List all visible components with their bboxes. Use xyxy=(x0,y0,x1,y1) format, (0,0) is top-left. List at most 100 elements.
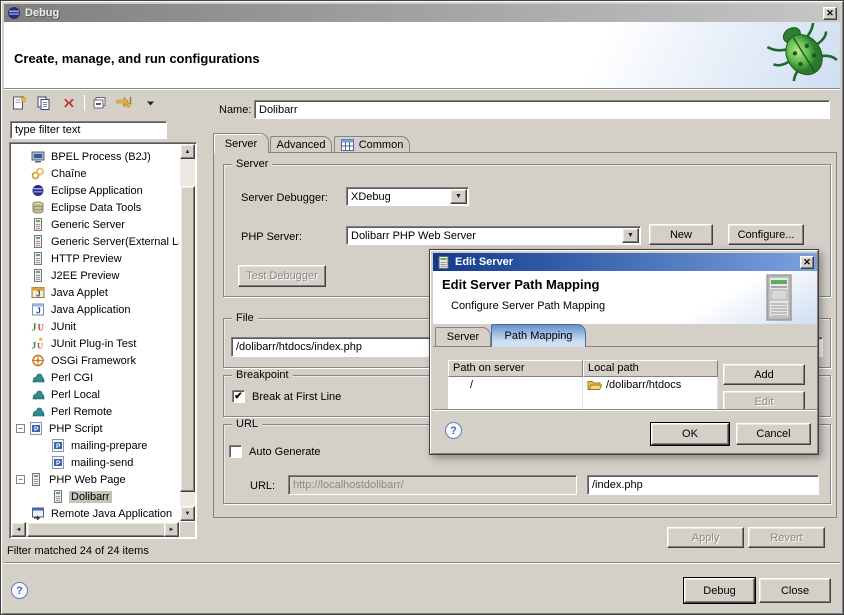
tree-vscrollbar[interactable]: ▲ ▼ xyxy=(180,144,195,521)
tree-item-label: PHP Web Page xyxy=(47,474,128,486)
debug-button[interactable]: Debug xyxy=(684,578,755,603)
test-debugger-button[interactable]: Test Debugger xyxy=(238,265,326,287)
tree-item-php-script[interactable]: −PPHP Script xyxy=(11,420,179,437)
new-config-icon[interactable] xyxy=(9,94,29,112)
tree-item-j2ee-preview[interactable]: J2EE Preview xyxy=(11,267,179,284)
tree-item-php-web-page[interactable]: − PHP Web Page xyxy=(11,471,179,488)
dropdown-arrow-icon[interactable]: ▼ xyxy=(622,228,639,243)
tree-item-osgi-framework[interactable]: OSGi Framework xyxy=(11,352,179,369)
tree-item-mailing-send[interactable]: Pmailing-send xyxy=(11,454,179,471)
hscroll-thumb[interactable] xyxy=(27,522,166,537)
tree-item-label: HTTP Preview xyxy=(49,253,124,265)
tree-item-mailing-prepare[interactable]: Pmailing-prepare xyxy=(11,437,179,454)
break-first-line-checkbox[interactable]: ✔ xyxy=(232,390,245,403)
collapse-all-icon[interactable] xyxy=(90,94,110,112)
window-titlebar: Debug ✕ xyxy=(4,4,840,22)
tree-item-eclipse-data-tools[interactable]: Eclipse Data Tools xyxy=(11,199,179,216)
tree-item-label: Dolibarr xyxy=(69,491,112,503)
menu-arrow-icon[interactable] xyxy=(140,94,160,112)
url-base-input[interactable] xyxy=(288,475,577,495)
tree-item-label: Perl CGI xyxy=(49,372,95,384)
tree-item-http-preview[interactable]: HTTP Preview xyxy=(11,250,179,267)
tree-item-perl-cgi[interactable]: Perl CGI xyxy=(11,369,179,386)
dialog-button-bar: ? OK Cancel xyxy=(433,409,817,453)
server-icon xyxy=(436,256,450,269)
server-icon xyxy=(51,490,65,503)
filter-icon[interactable] xyxy=(115,94,135,112)
duplicate-icon[interactable] xyxy=(34,94,54,112)
scroll-right-button[interactable]: ► xyxy=(164,522,179,537)
configure-server-button[interactable]: Configure... xyxy=(728,224,804,245)
scroll-down-button[interactable]: ▼ xyxy=(180,506,195,521)
help-icon[interactable]: ? xyxy=(11,582,28,599)
path-mapping-pane: Path on serverLocal path //dolibarr/htdo… xyxy=(433,346,817,409)
column-header[interactable]: Path on server xyxy=(448,360,583,377)
config-tree: BPEL Process (B2J)ChaîneEclipse Applicat… xyxy=(9,142,197,539)
tree-item-perl-remote[interactable]: Perl Remote xyxy=(11,403,179,420)
tree-item-junit-plug-in-test[interactable]: JUJUnit Plug-in Test xyxy=(11,335,179,352)
file-group-title: File xyxy=(232,312,258,324)
dialog-titlebar: Edit Server ✕ xyxy=(433,253,817,271)
perl-icon xyxy=(31,405,45,418)
tab-advanced[interactable]: Advanced xyxy=(270,136,332,153)
tab-server-label: Server xyxy=(225,138,257,150)
tree-item-eclipse-application[interactable]: Eclipse Application xyxy=(11,182,179,199)
new-server-button[interactable]: New xyxy=(649,224,713,245)
java-icon: J xyxy=(31,303,45,316)
tab-server[interactable]: Server xyxy=(213,133,269,153)
server-debugger-combo[interactable]: XDebug ▼ xyxy=(346,187,469,206)
name-input[interactable] xyxy=(254,100,830,119)
tab-common[interactable]: Common xyxy=(334,136,410,153)
add-mapping-button[interactable]: Add xyxy=(723,364,805,385)
tree-item-java-application[interactable]: J Java Application xyxy=(11,301,179,318)
php-icon: P xyxy=(51,456,65,469)
tree-item-junit[interactable]: JUJUnit xyxy=(11,318,179,335)
scroll-left-button[interactable]: ◄ xyxy=(11,522,26,537)
tree-item-java-applet[interactable]: JJava Applet xyxy=(11,284,179,301)
dialog-help-icon[interactable]: ? xyxy=(445,422,462,439)
tree-item-label: Perl Local xyxy=(49,389,102,401)
tree-item-dolibarr[interactable]: Dolibarr xyxy=(11,488,179,505)
tree-item-label: Java Application xyxy=(49,304,133,316)
expander-icon[interactable]: − xyxy=(16,424,25,433)
dialog-subheading: Configure Server Path Mapping xyxy=(451,300,605,312)
column-header[interactable]: Local path xyxy=(583,360,718,377)
dialog-tab-path-mapping[interactable]: Path Mapping xyxy=(491,324,586,347)
mapping-row[interactable]: //dolibarr/htdocs xyxy=(448,377,718,393)
url-label: URL: xyxy=(250,480,275,492)
delete-icon[interactable] xyxy=(59,94,79,112)
revert-button[interactable]: Revert xyxy=(748,527,825,548)
php-server-label: PHP Server: xyxy=(241,231,302,243)
auto-generate-checkbox[interactable] xyxy=(229,445,242,458)
tree-item-remote-java-application[interactable]: Remote Java Application xyxy=(11,505,179,521)
tree-item-generic-server-external-la[interactable]: Generic Server(External La xyxy=(11,233,179,250)
tree-item-perl-local[interactable]: Perl Local xyxy=(11,386,179,403)
expander-icon[interactable]: − xyxy=(16,475,25,484)
ok-button[interactable]: OK xyxy=(651,423,729,445)
apply-button[interactable]: Apply xyxy=(667,527,744,548)
dropdown-arrow-icon[interactable]: ▼ xyxy=(450,189,467,204)
tree-item-label: Generic Server(External La xyxy=(49,236,179,248)
cancel-button[interactable]: Cancel xyxy=(736,423,811,445)
tree-item-label: JUnit Plug-in Test xyxy=(49,338,138,350)
dialog-close-button[interactable]: ✕ xyxy=(800,256,814,269)
close-button[interactable]: Close xyxy=(759,578,831,603)
vscroll-thumb[interactable] xyxy=(180,186,195,492)
filter-input[interactable] xyxy=(10,121,167,139)
tree-item-cha-ne[interactable]: Chaîne xyxy=(11,165,179,182)
edit-server-dialog: Edit Server ✕ Edit Server Path Mapping C… xyxy=(429,249,819,455)
break-first-line-label: Break at First Line xyxy=(252,391,341,403)
folder-icon xyxy=(587,379,602,391)
scroll-up-button[interactable]: ▲ xyxy=(180,144,195,159)
url-path-input[interactable] xyxy=(587,475,819,495)
tree-hscrollbar[interactable]: ◄ ► xyxy=(11,522,179,537)
tree-item-generic-server[interactable]: Generic Server xyxy=(11,216,179,233)
window-close-button[interactable]: ✕ xyxy=(823,7,837,20)
edit-mapping-button[interactable]: Edit xyxy=(723,391,805,409)
dialog-tab-server[interactable]: Server xyxy=(435,327,491,346)
php-server-combo[interactable]: Dolibarr PHP Web Server ▼ xyxy=(346,226,641,245)
svg-text:U: U xyxy=(38,323,45,333)
tree-item-bpel-process-b2j[interactable]: BPEL Process (B2J) xyxy=(11,148,179,165)
server-debugger-value: XDebug xyxy=(347,191,449,203)
config-toolbar xyxy=(9,93,160,113)
